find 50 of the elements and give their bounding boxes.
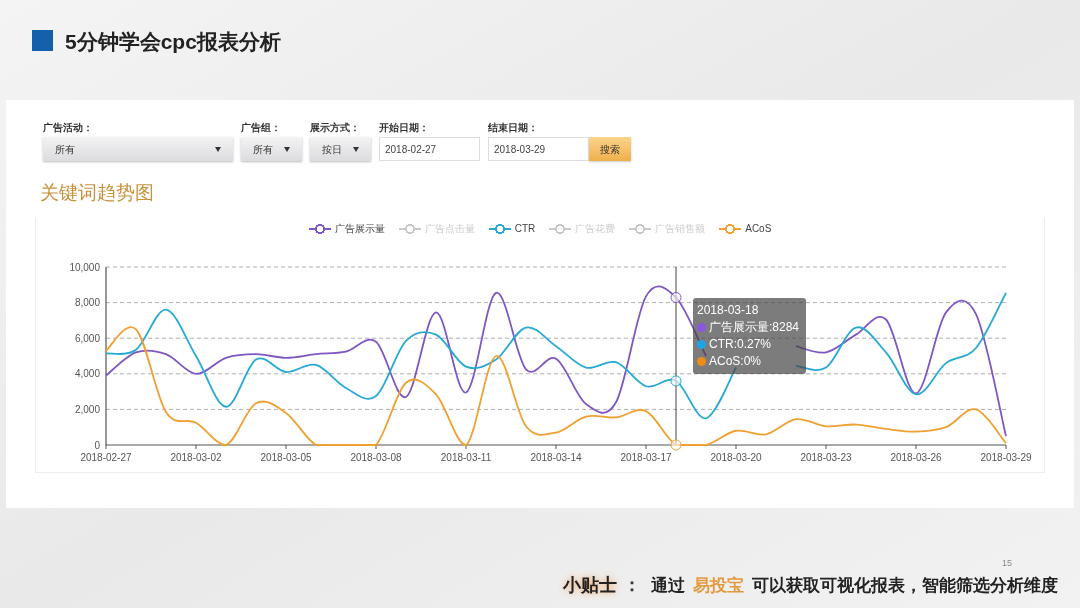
tooltip-value: 广告展示量:8284	[709, 319, 800, 336]
axis-label: 2018-03-23	[800, 452, 852, 463]
field-label: 开始日期：	[379, 122, 430, 134]
tooltip-value: ACoS:0%	[709, 353, 762, 370]
field-label: 广告活动：	[43, 122, 94, 134]
section-title: 关键词趋势图	[40, 181, 155, 205]
tip-text: 通过	[651, 574, 685, 597]
tip-colon: ：	[623, 574, 641, 597]
product-name: 易投宝	[693, 574, 744, 597]
axis-label: 10,000	[69, 261, 100, 273]
tooltip-title: 2018-03-18	[697, 302, 760, 319]
axis-label: 2018-03-14	[530, 452, 582, 463]
axis-label: 0	[94, 439, 100, 451]
axis-label: 2018-03-17	[620, 452, 672, 463]
field-label: 结束日期：	[488, 122, 539, 134]
field-label: 展示方式：	[310, 122, 361, 134]
axis-label: 6,000	[74, 332, 100, 344]
axis-label: 2018-03-11	[440, 452, 492, 463]
page-number: 15	[1002, 558, 1012, 568]
legend-item[interactable]: ACoS	[745, 221, 772, 236]
hover-marker	[670, 375, 682, 387]
axis-label: 2018-03-20	[710, 452, 762, 463]
axis-label: 8,000	[74, 297, 100, 309]
axis-label: 2018-03-05	[260, 452, 312, 463]
axis-label: 2018-03-08	[350, 452, 402, 463]
caret-icon	[353, 146, 359, 152]
legend-item[interactable]: 广告展示量	[334, 221, 385, 236]
slide-title: 5分钟学会cpc报表分析	[65, 30, 281, 54]
dropdown[interactable]: 所有	[43, 137, 233, 161]
caret-icon	[215, 146, 221, 152]
search-button[interactable]: 搜索	[589, 137, 631, 161]
axis-label: 2018-03-02	[170, 452, 222, 463]
tip-text: 可以获取可视化报表，智能筛选分析维度	[752, 574, 1058, 597]
field-label: 广告组：	[241, 122, 282, 134]
dropdown[interactable]: 所有	[241, 137, 302, 161]
dropdown[interactable]: 按日	[310, 137, 371, 161]
axis-label: 2018-03-26	[890, 452, 942, 463]
date-field[interactable]: 2018-03-29	[488, 137, 589, 161]
title-marker-icon	[32, 30, 53, 51]
tooltip-value: CTR:0.27%	[709, 336, 772, 353]
tip-label: 小贴士	[563, 574, 617, 597]
axis-label: 2018-02-27	[80, 452, 132, 463]
date-field[interactable]: 2018-02-27	[379, 137, 480, 161]
hover-marker	[670, 292, 682, 304]
legend-item[interactable]: CTR	[514, 221, 536, 236]
axis-label: 4,000	[74, 368, 100, 380]
axis-label: 2,000	[74, 403, 100, 415]
axis-label: 2018-03-29	[980, 452, 1032, 463]
hover-marker	[670, 439, 682, 451]
caret-icon	[284, 146, 290, 152]
